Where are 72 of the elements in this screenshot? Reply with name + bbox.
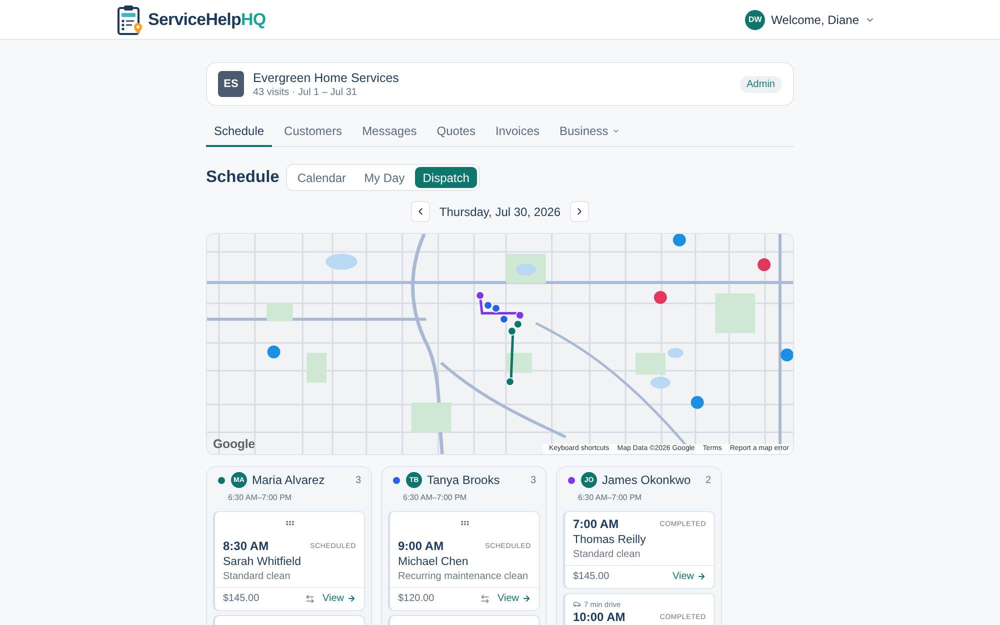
park-area — [306, 352, 327, 383]
view-option[interactable]: My Day — [356, 167, 413, 188]
user-greeting[interactable]: Welcome, Diane — [771, 12, 859, 26]
account-initials: ES — [218, 71, 244, 97]
map-logo: Google — [213, 437, 255, 451]
previous-day-button[interactable] — [411, 201, 430, 222]
stop-marker-icon[interactable] — [507, 326, 516, 336]
job-time: 7:00 AM — [573, 517, 619, 531]
view-option[interactable]: Dispatch — [414, 167, 478, 188]
nav-tab[interactable]: Invoices — [487, 116, 548, 147]
view-link[interactable]: View — [672, 571, 706, 582]
arrow-right-icon — [347, 594, 356, 603]
swap-icon[interactable] — [480, 594, 490, 604]
service-name: Standard clean — [223, 570, 292, 584]
job-price: $145.00 — [573, 571, 610, 582]
customer-name: Sarah Whitfield — [223, 555, 302, 569]
place-pin-icon[interactable] — [758, 258, 771, 272]
view-link[interactable]: View — [498, 593, 531, 604]
job-time: 10:00 AM — [573, 610, 626, 624]
role-badge: Admin — [740, 76, 782, 92]
park-area — [411, 402, 452, 432]
arrow-right-icon — [697, 572, 706, 581]
technician-name: Maria Alvarez — [252, 473, 326, 487]
place-pin-icon[interactable] — [672, 234, 686, 246]
park-area — [266, 303, 293, 322]
job-time: 9:00 AM — [398, 539, 444, 553]
nav-tab[interactable]: Business — [552, 116, 628, 147]
brand-name[interactable]: ServiceHelpHQ — [148, 10, 266, 30]
car-icon — [573, 600, 581, 608]
customer-name: Michael Chen — [398, 555, 470, 569]
working-hours: 6:30 AM–7:00 PM — [228, 493, 293, 503]
lake-area — [516, 264, 536, 276]
nav-tab[interactable]: Quotes — [428, 116, 484, 147]
technician-name: James Okonkwo — [602, 473, 692, 487]
service-name: Recurring maintenance clean — [398, 570, 530, 584]
place-pin-icon[interactable] — [690, 396, 704, 409]
nav-tab[interactable]: Messages — [354, 116, 425, 147]
account-name: Evergreen Home Services — [253, 70, 400, 84]
job-count: 3 — [530, 474, 536, 486]
stop-marker-icon[interactable] — [492, 304, 500, 313]
service-name: Standard clean — [573, 548, 642, 562]
nav-tab[interactable]: Schedule — [206, 116, 272, 147]
park-area — [636, 352, 666, 375]
drag-handle-icon[interactable] — [284, 518, 294, 528]
customer-name: Thomas Reilly — [573, 533, 647, 547]
job-count: 2 — [705, 474, 711, 486]
place-pin-icon[interactable] — [267, 345, 280, 358]
nav-tab[interactable]: Customers — [276, 116, 350, 147]
page-title: Schedule — [206, 168, 280, 187]
lake-area — [667, 348, 684, 358]
lake-area — [650, 376, 670, 389]
swap-icon[interactable] — [304, 594, 314, 604]
view-link[interactable]: View — [322, 593, 356, 604]
drag-handle-icon[interactable] — [460, 518, 470, 528]
stop-marker-icon[interactable] — [515, 310, 524, 320]
arrow-right-icon — [522, 594, 531, 603]
next-day-button[interactable] — [570, 201, 589, 222]
job-price: $120.00 — [398, 593, 434, 604]
account-summary: 43 visits · Jul 1 – Jul 31 — [253, 86, 358, 98]
place-pin-icon[interactable] — [780, 348, 793, 362]
lake-area — [326, 254, 358, 270]
view-option[interactable]: Calendar — [289, 167, 354, 188]
park-area — [715, 293, 756, 334]
technician-name: Tanya Brooks — [427, 473, 501, 487]
job-time: 8:30 AM — [223, 539, 269, 553]
working-hours: 6:30 AM–7:00 PM — [578, 493, 643, 503]
job-count: 3 — [355, 474, 361, 486]
user-avatar[interactable]: DW — [745, 10, 766, 30]
place-pin-icon[interactable] — [654, 290, 667, 304]
working-hours: 6:30 AM–7:00 PM — [403, 493, 468, 503]
current-date: Thursday, Jul 30, 2026 — [439, 204, 561, 218]
job-price: $145.00 — [223, 593, 260, 604]
